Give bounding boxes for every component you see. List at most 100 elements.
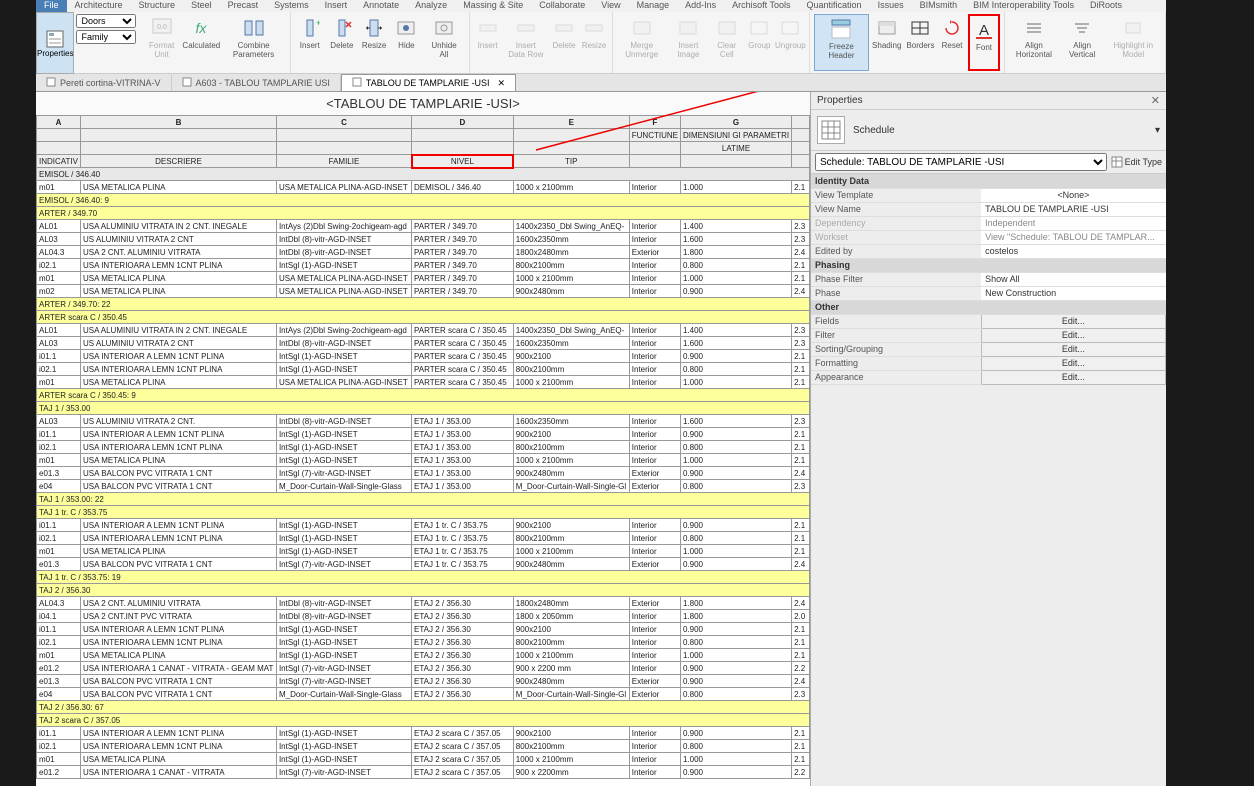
resize-col-button[interactable]: Resize [359,14,389,71]
clear-cell-button[interactable]: Clear Cell [710,14,743,71]
prop-value[interactable]: costelos [981,244,1165,258]
doctab[interactable]: TABLOU DE TAMPLARIE -USI✕ [341,74,516,91]
align-vertical-button[interactable]: Align Vertical [1061,14,1104,71]
table-row[interactable]: AL04.3USA 2 CNT. ALUMINIU VITRATAIntDbl … [37,246,810,259]
menu-issues[interactable]: Issues [870,0,912,12]
calculated-button[interactable]: fxCalculated [183,14,219,71]
menu-diroots[interactable]: DiRoots [1082,0,1130,12]
table-row[interactable]: i01.1USA INTERIOAR A LEMN 1CNT PLINAIntS… [37,727,810,740]
table-row[interactable]: AL03US ALUMINIU VITRATA 2 CNTIntDbl (8)-… [37,233,810,246]
shading-button[interactable]: Shading [871,14,903,71]
menu-file[interactable]: File [36,0,67,12]
menu-bimsmith[interactable]: BIMsmith [912,0,966,12]
prop-value[interactable]: View "Schedule: TABLOU DE TAMPLAR... [981,230,1165,244]
table-row[interactable]: i01.1USA INTERIOAR A LEMN 1CNT PLINAIntS… [37,350,810,363]
doctab[interactable]: Pereti cortina-VITRINA-V [36,75,172,91]
hide-button[interactable]: Hide [391,14,421,71]
resize-row-button[interactable]: Resize [580,14,608,71]
prop-section[interactable]: Phasing [811,258,1166,272]
table-row[interactable]: m01USA METALICA PLINAIntSgl (1)-AGD-INSE… [37,649,810,662]
prop-section[interactable]: Other [811,300,1166,314]
menu-architecture[interactable]: Architecture [67,0,131,12]
table-row[interactable]: m01USA METALICA PLINAUSA METALICA PLINA-… [37,181,810,194]
menu-precast[interactable]: Precast [220,0,267,12]
menu-structure[interactable]: Structure [131,0,184,12]
table-row[interactable]: i02.1USA INTERIOARA LEMN 1CNT PLINAIntSg… [37,636,810,649]
schedule-view[interactable]: <TABLOU DE TAMPLARIE -USI> ABCDEFGFUNCTI… [36,92,810,786]
prop-value[interactable]: New Construction [981,286,1165,300]
borders-button[interactable]: Borders [905,14,936,71]
merge-button[interactable]: Merge Unmerge [617,14,666,71]
menu-systems[interactable]: Systems [266,0,317,12]
edit-button[interactable]: Edit... [981,314,1165,328]
menu-analyze[interactable]: Analyze [407,0,455,12]
close-icon[interactable]: ✕ [1151,94,1160,107]
close-icon[interactable]: ✕ [497,78,505,89]
family-select[interactable]: Family [76,30,136,44]
table-row[interactable]: m01USA METALICA PLINAIntSgl (1)-AGD-INSE… [37,753,810,766]
table-row[interactable]: AL03US ALUMINIU VITRATA 2 CNTIntDbl (8)-… [37,337,810,350]
menu-manage[interactable]: Manage [629,0,678,12]
edit-button[interactable]: Edit... [981,370,1165,384]
insert-col-button[interactable]: +Insert [295,14,325,71]
table-row[interactable]: i02.1USA INTERIOARA LEMN 1CNT PLINAIntSg… [37,259,810,272]
unhide-all-button[interactable]: Unhide All [423,14,464,71]
table-row[interactable]: m01USA METALICA PLINAUSA METALICA PLINA-… [37,376,810,389]
table-row[interactable]: i02.1USA INTERIOARA LEMN 1CNT PLINAIntSg… [37,363,810,376]
ungroup-button[interactable]: Ungroup [775,14,805,71]
table-row[interactable]: e01.3USA BALCON PVC VITRATA 1 CNTIntSgl … [37,558,810,571]
menu-add-ins[interactable]: Add-Ins [677,0,724,12]
table-row[interactable]: i01.1USA INTERIOAR A LEMN 1CNT PLINAIntS… [37,519,810,532]
menu-quantification[interactable]: Quantification [799,0,870,12]
table-row[interactable]: e01.2USA INTERIOARA 1 CANAT - VITRATA - … [37,662,810,675]
table-row[interactable]: e01.2USA INTERIOARA 1 CANAT - VITRATAInt… [37,766,810,779]
menu-massing-site[interactable]: Massing & Site [455,0,531,12]
insert-image-button[interactable]: Insert Image [668,14,708,71]
instance-selector[interactable]: Schedule: TABLOU DE TAMPLARIE -USI [815,153,1107,171]
table-row[interactable]: e04USA BALCON PVC VITRATA 1 CNTM_Door-Cu… [37,688,810,701]
prop-value[interactable]: TABLOU DE TAMPLARIE -USI [981,202,1165,216]
doctab[interactable]: A603 - TABLOU TAMPLARIE USI [172,75,341,91]
table-row[interactable]: i02.1USA INTERIOARA LEMN 1CNT PLINAIntSg… [37,740,810,753]
menu-bim-interoperability-tools[interactable]: BIM Interoperability Tools [965,0,1082,12]
table-row[interactable]: i01.1USA INTERIOAR A LEMN 1CNT PLINAIntS… [37,623,810,636]
table-row[interactable]: m01USA METALICA PLINAUSA METALICA PLINA-… [37,272,810,285]
prop-value[interactable]: Show All [981,272,1165,286]
font-button[interactable]: AFont [968,14,1000,71]
table-row[interactable]: AL03US ALUMINIU VITRATA 2 CNT.IntDbl (8)… [37,415,810,428]
table-row[interactable]: m01USA METALICA PLINAIntSgl (1)-AGD-INSE… [37,454,810,467]
table-row[interactable]: e01.3USA BALCON PVC VITRATA 1 CNTIntSgl … [37,675,810,688]
edit-button[interactable]: Edit... [981,356,1165,370]
align-horizontal-button[interactable]: Align Horizontal [1009,14,1059,71]
menu-archisoft-tools[interactable]: Archisoft Tools [724,0,798,12]
table-row[interactable]: e04USA BALCON PVC VITRATA 1 CNTM_Door-Cu… [37,480,810,493]
table-row[interactable]: AL04.3USA 2 CNT. ALUMINIU VITRATAIntDbl … [37,597,810,610]
format-unit-button[interactable]: 0.0Format Unit [142,14,181,71]
prop-section[interactable]: Identity Data [811,174,1166,188]
table-row[interactable]: i01.1USA INTERIOAR A LEMN 1CNT PLINAIntS… [37,428,810,441]
menu-annotate[interactable]: Annotate [355,0,407,12]
edit-type-button[interactable]: Edit Type [1111,156,1162,168]
menu-insert[interactable]: Insert [317,0,356,12]
schedule-table[interactable]: ABCDEFGFUNCTIUNEDIMENSIUNI GI PARAMETRIL… [36,115,810,779]
freeze-header-button[interactable]: Freeze Header [814,14,868,71]
prop-value[interactable]: Independent [981,216,1165,230]
table-row[interactable]: AL01USA ALUMINIU VITRATA IN 2 CNT. INEGA… [37,220,810,233]
table-row[interactable]: i02.1USA INTERIOARA LEMN 1CNT PLINAIntSg… [37,441,810,454]
menu-view[interactable]: View [593,0,628,12]
delete-col-button[interactable]: Delete [327,14,357,71]
edit-button[interactable]: Edit... [981,342,1165,356]
table-row[interactable]: m01USA METALICA PLINAIntSgl (1)-AGD-INSE… [37,545,810,558]
table-row[interactable]: m02USA METALICA PLINAUSA METALICA PLINA-… [37,285,810,298]
insert-row-button[interactable]: Insert [474,14,502,71]
chevron-down-icon[interactable]: ▾ [1155,125,1160,136]
table-row[interactable]: i04.1USA 2 CNT.INT PVC VITRATAIntDbl (8)… [37,610,810,623]
menu-collaborate[interactable]: Collaborate [531,0,593,12]
menu-steel[interactable]: Steel [183,0,220,12]
delete-row-button[interactable]: Delete [550,14,578,71]
table-row[interactable]: i02.1USA INTERIOARA LEMN 1CNT PLINAIntSg… [37,532,810,545]
category-select[interactable]: Doors [76,14,136,28]
table-row[interactable]: AL01USA ALUMINIU VITRATA IN 2 CNT. INEGA… [37,324,810,337]
highlight-model-button[interactable]: Highlight in Model [1105,14,1161,71]
insert-datarow-button[interactable]: Insert Data Row [504,14,548,71]
